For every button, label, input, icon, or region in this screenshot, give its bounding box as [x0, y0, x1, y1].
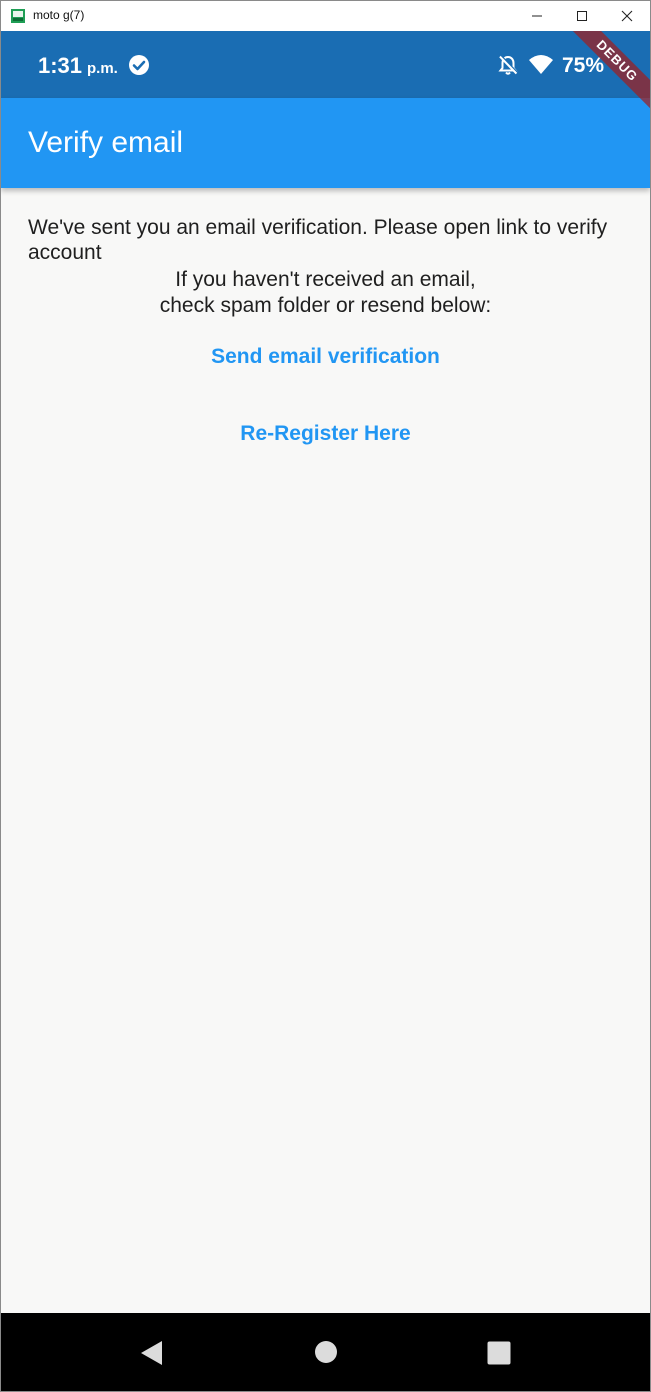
spam-hint-message: If you haven't received an email, check … [159, 268, 492, 317]
bell-off-icon [498, 55, 519, 75]
page-title: Verify email [28, 126, 184, 159]
close-button[interactable] [604, 1, 650, 31]
check-circle-icon [129, 55, 149, 75]
re-register-button[interactable]: Re-Register Here [1, 422, 650, 446]
status-time-suffix: p.m. [87, 60, 118, 77]
navigation-bar [1, 1313, 650, 1391]
minimize-icon [532, 15, 542, 17]
window-title: moto g(7) [33, 8, 85, 22]
emulator-window: moto g(7) 1:31 p.m. 75% DEBUG Verify ema… [0, 0, 651, 1392]
status-time: 1:31 [38, 53, 83, 78]
close-icon [621, 10, 633, 22]
back-icon[interactable] [140, 1340, 164, 1366]
maximize-icon [577, 11, 587, 21]
app-bar: Verify email [1, 98, 650, 188]
wifi-icon [529, 55, 553, 74]
maximize-button[interactable] [559, 1, 605, 31]
verification-message: We've sent you an email verification. Pl… [28, 216, 608, 264]
home-icon[interactable] [314, 1340, 338, 1364]
minimize-button[interactable] [514, 1, 560, 31]
recents-icon[interactable] [487, 1341, 511, 1365]
main-content: We've sent you an email verification. Pl… [1, 188, 650, 1313]
status-bar: 1:31 p.m. 75% [1, 31, 650, 98]
window-titlebar[interactable]: moto g(7) [1, 1, 650, 31]
send-email-verification-button[interactable]: Send email verification [1, 345, 650, 369]
emulator-app-icon [11, 9, 25, 23]
battery-percentage: 75% [562, 54, 605, 77]
